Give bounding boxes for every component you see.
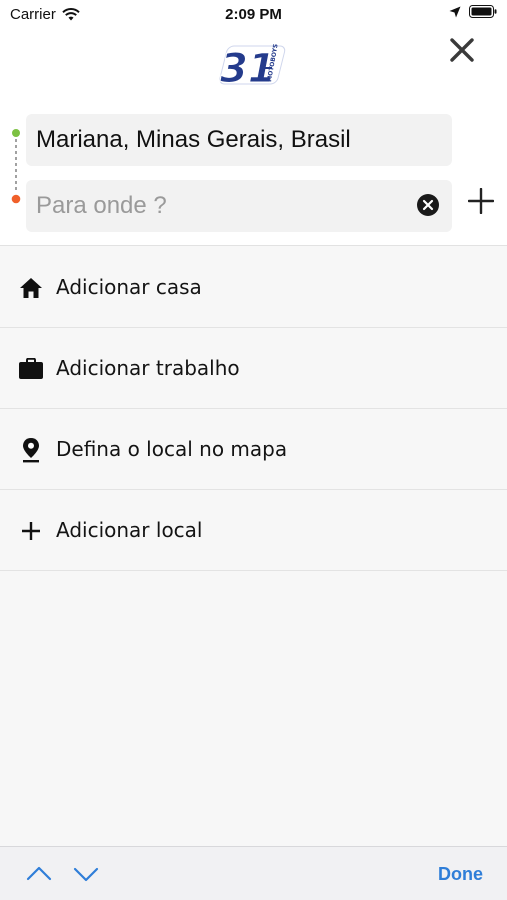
plus-icon	[468, 188, 494, 214]
list-item-add-home[interactable]: Adicionar casa	[0, 247, 507, 328]
origin-dot	[12, 129, 20, 137]
logo-icon: 31 MOTOBOYS	[219, 43, 286, 93]
destination-input[interactable]	[26, 180, 452, 232]
list-item-label: Adicionar local	[56, 518, 203, 542]
battery-icon	[469, 5, 497, 18]
destination-dot	[11, 194, 21, 204]
location-arrow-icon	[449, 6, 461, 17]
plus-icon	[18, 518, 44, 544]
close-button[interactable]	[444, 32, 480, 68]
shortcut-list: Adicionar casa Adicionar trabalho Defina…	[0, 247, 507, 571]
search-header: 31 MOTOBOYS	[0, 28, 507, 246]
app-logo: 31 MOTOBOYS	[216, 38, 292, 93]
list-item-label: Adicionar trabalho	[56, 356, 240, 380]
status-bar: Carrier 2:09 PM	[0, 0, 507, 28]
chevron-down-icon[interactable]	[73, 863, 99, 885]
home-icon	[18, 275, 44, 301]
list-item-add-work[interactable]: Adicionar trabalho	[0, 328, 507, 409]
clock: 2:09 PM	[225, 6, 282, 23]
list-item-add-place[interactable]: Adicionar local	[0, 490, 507, 571]
list-item-label: Adicionar casa	[56, 275, 202, 299]
chevron-up-icon[interactable]	[26, 863, 52, 885]
done-button[interactable]: Done	[438, 864, 483, 885]
add-stop-button[interactable]	[466, 186, 496, 216]
close-icon	[450, 38, 474, 62]
status-right	[449, 5, 497, 18]
route-indicator	[11, 129, 21, 204]
map-pin-icon	[18, 437, 44, 463]
keyboard-accessory-bar: Done	[0, 846, 507, 900]
list-item-set-on-map[interactable]: Defina o local no mapa	[0, 409, 507, 490]
clear-icon[interactable]	[417, 194, 439, 216]
briefcase-icon	[18, 356, 44, 382]
list-item-label: Defina o local no mapa	[56, 437, 288, 461]
origin-field[interactable]	[26, 114, 452, 166]
